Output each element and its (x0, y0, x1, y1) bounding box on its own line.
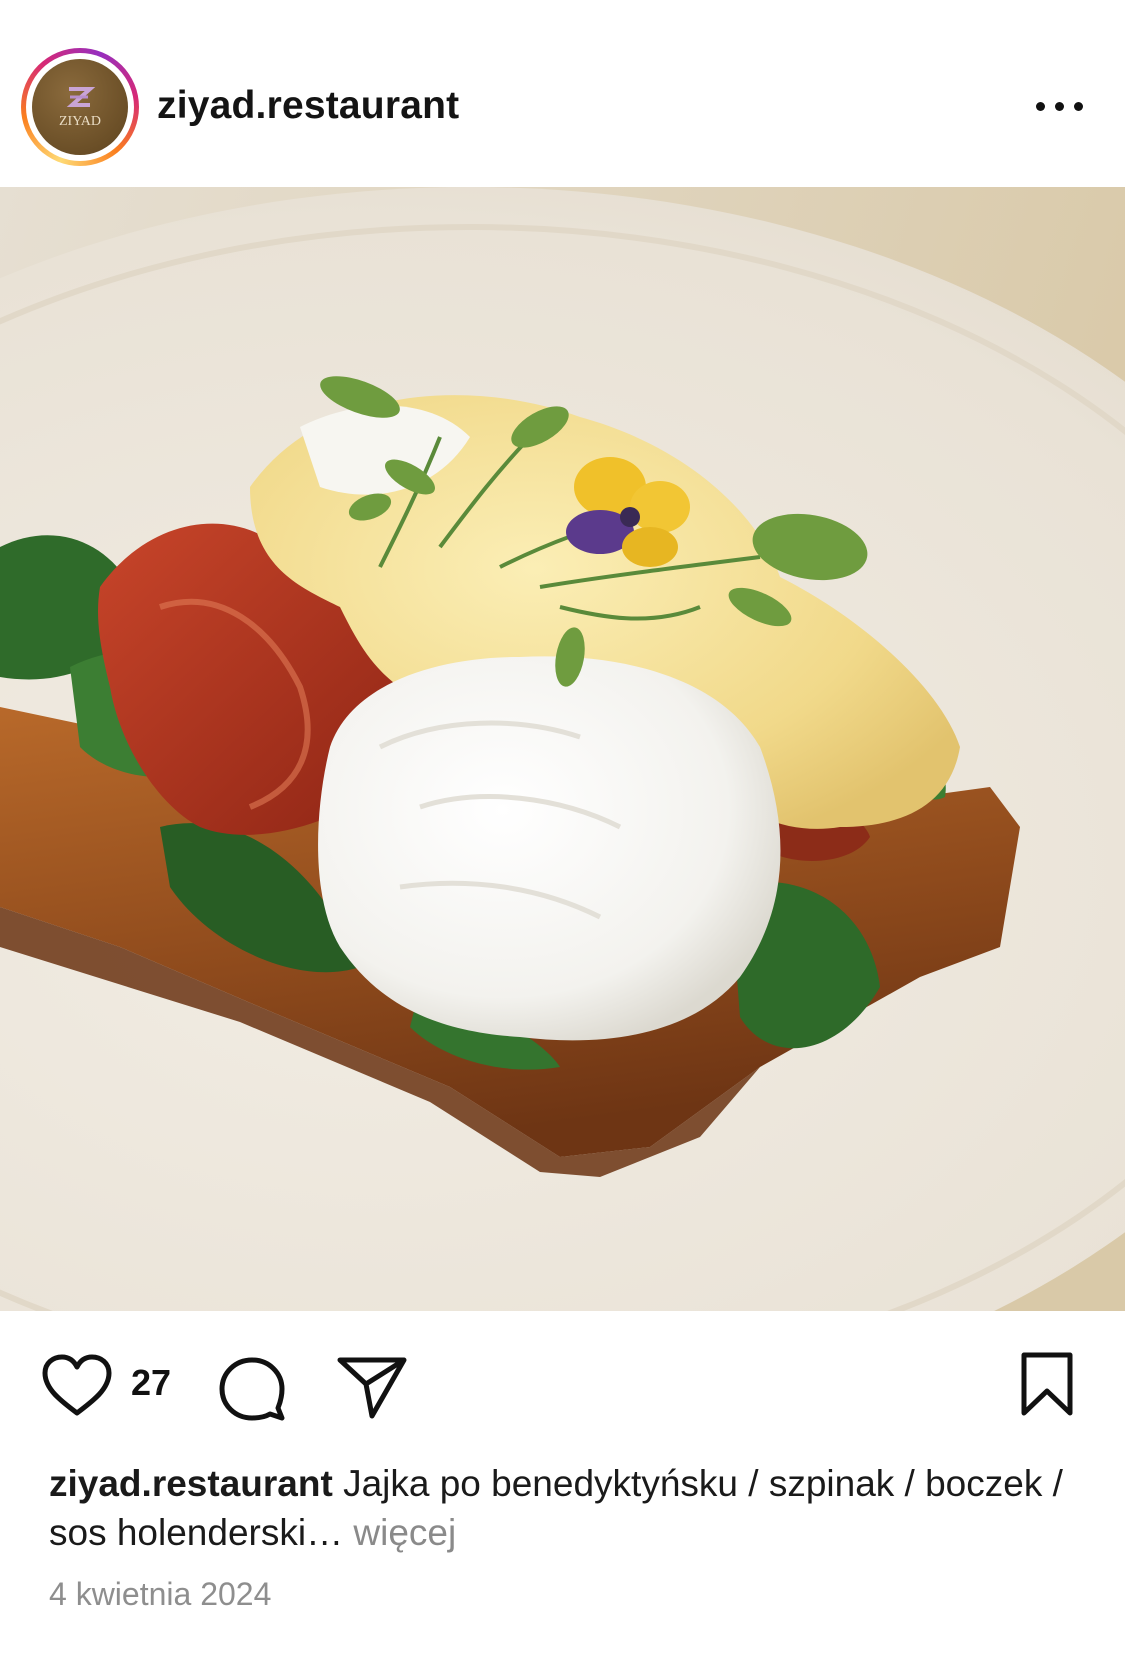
eggs-benedict-photo (0, 187, 1125, 1311)
post-header: ZIYAD ziyad.restaurant (0, 0, 1125, 187)
avatar[interactable]: ZIYAD (32, 59, 128, 155)
caption-more-link[interactable]: więcej (353, 1512, 456, 1553)
post-photo[interactable] (0, 187, 1125, 1311)
post-caption: ziyad.restaurant Jajka po benedyktyńsku … (49, 1459, 1089, 1557)
more-dot-icon (1036, 102, 1045, 111)
avatar-frame: ZIYAD (26, 53, 134, 161)
ziyad-logo-icon: ZIYAD (59, 87, 101, 129)
send-icon[interactable] (336, 1354, 408, 1420)
post-date: 4 kwietnia 2024 (49, 1576, 272, 1612)
like-count[interactable]: 27 (131, 1363, 171, 1403)
caption-username[interactable]: ziyad.restaurant (49, 1463, 333, 1504)
story-ring[interactable]: ZIYAD (21, 48, 139, 166)
more-dot-icon (1055, 102, 1064, 111)
bookmark-icon[interactable] (1018, 1351, 1076, 1419)
like-heart-icon[interactable] (41, 1353, 113, 1419)
more-dot-icon (1074, 102, 1083, 111)
more-options-button[interactable] (1022, 88, 1094, 124)
post-username[interactable]: ziyad.restaurant (157, 84, 459, 128)
comment-icon[interactable] (218, 1356, 286, 1422)
avatar-brand-text: ZIYAD (59, 114, 101, 129)
